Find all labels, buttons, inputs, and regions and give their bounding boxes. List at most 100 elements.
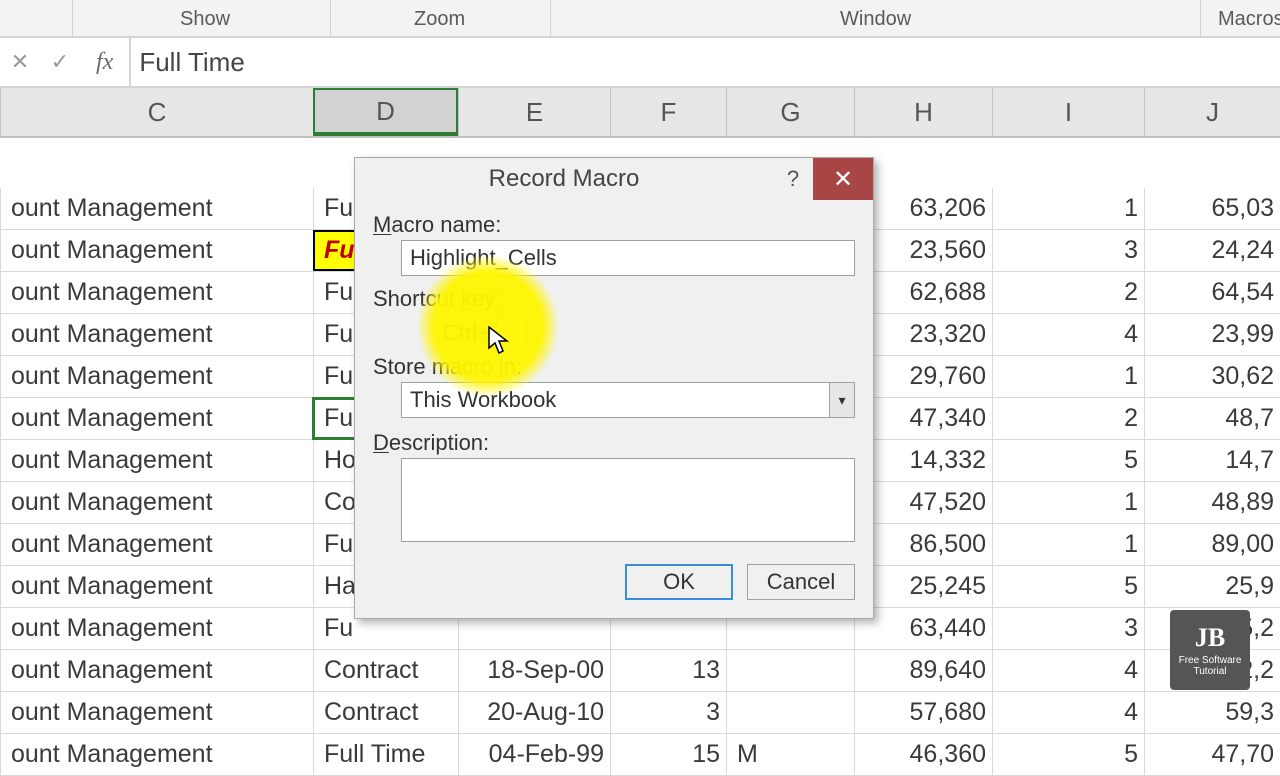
cell[interactable]: 25,245	[854, 566, 992, 607]
formula-confirm-icon[interactable]: ✓	[40, 49, 80, 75]
insert-function-button[interactable]: fx	[80, 49, 129, 76]
column-header-h[interactable]: H	[854, 88, 992, 136]
cell[interactable]: 3	[992, 608, 1144, 649]
ribbon-group-labels: Show Zoom Window Macros	[0, 0, 1280, 36]
cell[interactable]: 5	[992, 440, 1144, 481]
cell[interactable]: 14,332	[854, 440, 992, 481]
cell[interactable]: 23,560	[854, 230, 992, 271]
cell[interactable]: 65,03	[1144, 188, 1280, 229]
cell[interactable]: 47,340	[854, 398, 992, 439]
cell[interactable]: 30,62	[1144, 356, 1280, 397]
ribbon-label-zoom: Zoom	[414, 8, 465, 31]
cell[interactable]: ount Management	[0, 356, 313, 397]
shortcut-key-input[interactable]	[496, 318, 526, 348]
shortcut-key-label: Shortcut key:	[373, 286, 855, 312]
cell[interactable]: 64,54	[1144, 272, 1280, 313]
cell[interactable]: 46,360	[854, 734, 992, 775]
cell[interactable]: 3	[610, 692, 726, 733]
cell[interactable]: 4	[992, 650, 1144, 691]
cell[interactable]: 23,99	[1144, 314, 1280, 355]
cell[interactable]: ount Management	[0, 650, 313, 691]
cell[interactable]: 20-Aug-10	[458, 692, 610, 733]
cell[interactable]: ount Management	[0, 734, 313, 775]
description-label: Description:	[373, 430, 855, 456]
cell[interactable]: 89,640	[854, 650, 992, 691]
cell[interactable]: 63,206	[854, 188, 992, 229]
cell[interactable]: ount Management	[0, 692, 313, 733]
cell[interactable]: 48,7	[1144, 398, 1280, 439]
macro-name-input[interactable]	[401, 240, 855, 276]
cell[interactable]: 24,24	[1144, 230, 1280, 271]
cell[interactable]: 2	[992, 272, 1144, 313]
cell[interactable]: ount Management	[0, 608, 313, 649]
column-header-d[interactable]: D	[313, 88, 458, 136]
cell[interactable]: ount Management	[0, 188, 313, 229]
cell[interactable]: 5	[992, 734, 1144, 775]
cell[interactable]: 29,760	[854, 356, 992, 397]
column-header-i[interactable]: I	[992, 88, 1144, 136]
cell[interactable]: 57,680	[854, 692, 992, 733]
chevron-down-icon[interactable]: ▾	[829, 382, 855, 418]
cell[interactable]: 5	[992, 566, 1144, 607]
cell[interactable]: 1	[992, 356, 1144, 397]
cell[interactable]: Contract	[313, 692, 458, 733]
close-button[interactable]: ✕	[813, 158, 873, 200]
cell[interactable]: 63,440	[854, 608, 992, 649]
cell[interactable]: 04-Feb-99	[458, 734, 610, 775]
cell[interactable]: 18-Sep-00	[458, 650, 610, 691]
cell[interactable]: 48,89	[1144, 482, 1280, 523]
cell[interactable]: ount Management	[0, 230, 313, 271]
cell[interactable]: 14,7	[1144, 440, 1280, 481]
cell[interactable]: 86,500	[854, 524, 992, 565]
help-button[interactable]: ?	[773, 166, 813, 192]
cell[interactable]: Contract	[313, 650, 458, 691]
cell[interactable]: 1	[992, 524, 1144, 565]
column-header-c[interactable]: C	[0, 88, 313, 136]
cell[interactable]	[726, 692, 854, 733]
cell[interactable]: 3	[992, 230, 1144, 271]
cell[interactable]: 23,320	[854, 314, 992, 355]
table-row: ount ManagementFull Time04-Feb-9915M46,3…	[0, 734, 1280, 776]
cell[interactable]: 13	[610, 650, 726, 691]
cell[interactable]: 47,70	[1144, 734, 1280, 775]
cell[interactable]: ount Management	[0, 272, 313, 313]
cell[interactable]: ount Management	[0, 440, 313, 481]
description-input[interactable]	[401, 458, 855, 542]
cell[interactable]: ount Management	[0, 482, 313, 523]
dialog-title: Record Macro	[355, 165, 773, 193]
cell[interactable]: 2	[992, 398, 1144, 439]
cell[interactable]: 25,9	[1144, 566, 1280, 607]
column-headers: CDEFGHIJ	[0, 88, 1280, 138]
cell[interactable]	[726, 650, 854, 691]
ribbon-label-show: Show	[180, 8, 230, 31]
column-header-e[interactable]: E	[458, 88, 610, 136]
cell[interactable]: 47,520	[854, 482, 992, 523]
cell[interactable]: ount Management	[0, 398, 313, 439]
cell[interactable]: 62,688	[854, 272, 992, 313]
cell[interactable]: ount Management	[0, 524, 313, 565]
formula-cancel-icon[interactable]: ✕	[0, 49, 40, 75]
ok-button[interactable]: OK	[625, 564, 733, 600]
cell[interactable]: 15	[610, 734, 726, 775]
record-macro-dialog: Record Macro ? ✕ Macro name: Shortcut ke…	[354, 157, 874, 619]
cell[interactable]: 4	[992, 314, 1144, 355]
formula-content[interactable]: Full Time	[129, 38, 1280, 86]
cell[interactable]: 4	[992, 692, 1144, 733]
cell[interactable]: ount Management	[0, 314, 313, 355]
ribbon-label-window: Window	[840, 8, 911, 31]
column-header-g[interactable]: G	[726, 88, 854, 136]
formula-bar: ✕ ✓ fx Full Time	[0, 36, 1280, 88]
store-macro-in-select[interactable]: This Workbook	[401, 382, 855, 418]
cell[interactable]: 1	[992, 482, 1144, 523]
cell[interactable]: M	[726, 734, 854, 775]
column-header-j[interactable]: J	[1144, 88, 1280, 136]
cell[interactable]: ount Management	[0, 566, 313, 607]
cell[interactable]: 1	[992, 188, 1144, 229]
column-header-f[interactable]: F	[610, 88, 726, 136]
table-row: ount ManagementContract18-Sep-0013 89,640…	[0, 650, 1280, 692]
cell[interactable]: 89,00	[1144, 524, 1280, 565]
cancel-button[interactable]: Cancel	[747, 564, 855, 600]
tutorial-watermark: JB Free Software Tutorial	[1170, 610, 1250, 690]
cell[interactable]: 59,3	[1144, 692, 1280, 733]
cell[interactable]: Full Time	[313, 734, 458, 775]
